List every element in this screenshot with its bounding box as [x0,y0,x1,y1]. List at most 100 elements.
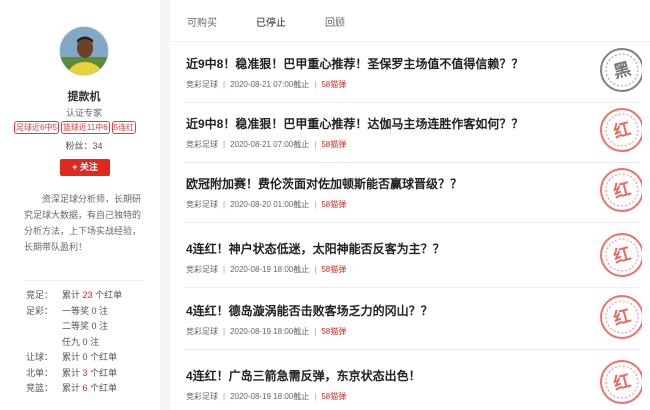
stat-prefix: 累计 [62,352,81,362]
article-title[interactable]: 4连红！德岛漩涡能否击败客场乏力的冈山？？ [186,302,433,319]
expert-sidebar: 提款机 认证专家 足球近6中5 篮球近11中6 5连红 粉丝：34 + 关注 资… [0,0,160,410]
stamp-label: 红 [611,118,633,143]
stat-value: 0 [82,336,88,347]
stat-suffix: 注 [99,321,109,331]
stat-row: 足彩： 一等奖 0 注 [26,304,156,320]
article-title[interactable]: 欧冠附加赛！费伦茨面对佐加顿斯能否赢球晋级？？ [186,175,462,192]
article-datetime: 2020-08-19 18:00截止 [230,327,310,336]
result-stamp-icon: 红 [596,357,642,407]
article-meta: 竞彩足球 | 2020-08-20 01:00截止 | 58猫弹 [186,200,347,209]
article-item[interactable]: 4连红！广岛三箭急需反弹，东京状态出色！ 竞彩足球 | 2020-08-19 18:0… [184,355,642,410]
main-content: 可购买 已停止 回顾 近9中8！稳准狠！巴甲重心推荐！圣保罗主场值不值得信赖？？… [170,0,650,410]
stat-value: 0 [82,352,88,362]
article-title[interactable]: 4连红！广岛三箭急需反弹，东京状态出色！ [186,367,421,384]
article-datetime: 2020-08-20 01:00截止 [230,200,310,209]
article-category: 竞彩足球 [186,200,218,209]
article-count: 58猫弹 [321,265,347,274]
avatar[interactable] [59,26,109,76]
stat-row: 任九 0 注 [26,335,156,351]
stat-prefix: 一等奖 [62,305,90,316]
article-item[interactable]: 4连红！神户状态低迷，太阳神能否反客为主？？ 竞彩足球 | 2020-08-19 18… [184,228,642,288]
article-category: 竞彩足球 [186,140,218,149]
stats-list: 竞足： 累计 23 个红单 足彩： 一等奖 0 注二等奖 0 注任九 0 注让球： 累计… [26,288,156,397]
stat-value: 6 [82,383,88,393]
article-count: 58猫弹 [321,80,347,89]
stat-prefix: 累计 [62,367,81,378]
article-meta: 竞彩足球 | 2020-08-21 07:00截止 | 58猫弹 [186,140,347,149]
stat-row: 竞篮： 累计 6 个红单 [26,381,156,397]
stat-prefix: 累计 [62,290,81,300]
stat-category: 足彩： [26,305,54,316]
article-category: 竞彩足球 [186,265,218,274]
article-category: 竞彩足球 [186,80,218,89]
expert-name: 提款机 [67,91,101,103]
article-meta: 竞彩足球 | 2020-08-19 18:00截止 | 58猫弹 [186,327,347,336]
stat-category: 竞足： [26,290,54,300]
article-count: 58猫弹 [321,200,347,209]
article-datetime: 2020-08-21 07:00截止 [230,140,310,149]
follow-button[interactable]: + 关注 [60,159,110,176]
article-item[interactable]: 近9中8！稳准狠！巴甲重心推荐！圣保罗主场值不值得信赖？？ 竞彩足球 | 2020-0… [184,43,642,103]
stat-value: 0 [91,305,97,316]
fans-value: 34 [92,141,103,151]
expert-tag: 5连红 [111,121,137,134]
expert-title: 认证专家 [65,108,102,118]
stat-category [26,319,62,335]
fans-count: 粉丝：34 [0,139,168,152]
stat-prefix: 任九 [62,336,81,347]
stamp-label: 红 [611,305,633,330]
stat-suffix: 注 [99,305,109,316]
stat-suffix: 个红单 [90,352,118,362]
stat-row: 北单： 累计 3 个红单 [26,366,156,382]
stat-category: 北单： [26,367,54,378]
stat-row: 竞足： 累计 23 个红单 [26,288,156,304]
fans-label: 粉丝： [65,141,93,151]
article-title[interactable]: 近9中8！稳准狠！巴甲重心推荐！圣保罗主场值不值得信赖？？ [186,55,523,72]
article-category: 竞彩足球 [186,327,218,336]
stat-prefix: 二等奖 [62,321,90,331]
expert-tags: 足球近6中5 篮球近11中6 5连红 [14,121,137,134]
tab-stopped[interactable]: 已停止 [256,14,286,29]
result-stamp-icon: 黑 [596,45,642,95]
result-stamp-icon: 红 [596,230,642,280]
result-stamp-icon: 红 [596,165,642,215]
stat-category: 竞篮： [26,383,54,393]
article-title[interactable]: 近9中8！稳准狠！巴甲重心推荐！达伽马主场连胜作客如何？？ [186,115,523,132]
expert-tag: 篮球近11中6 [60,121,110,134]
divider [24,280,144,281]
expert-description: 资深足球分析师，长期研究足球大数据，有自己独特的分析方法，上下场实战经验，长期带… [24,194,142,252]
stat-suffix: 个红单 [90,383,118,393]
stamp-label: 红 [611,178,633,203]
article-item[interactable]: 欧冠附加赛！费伦茨面对佐加顿斯能否赢球晋级？？ 竞彩足球 | 2020-08-20 0… [184,163,642,223]
article-category: 竞彩足球 [186,392,218,401]
article-meta: 竞彩足球 | 2020-08-21 07:00截止 | 58猫弹 [186,80,347,89]
result-stamp-icon: 红 [596,292,642,342]
article-meta: 竞彩足球 | 2020-08-19 18:00截止 | 58猫弹 [186,265,347,274]
result-stamp-icon: 红 [596,105,642,155]
stamp-label: 黑 [611,59,633,83]
expert-tag: 足球近6中5 [14,121,59,134]
stat-row: 让球： 累计 0 个红单 [26,350,156,366]
article-datetime: 2020-08-19 18:00截止 [230,265,310,274]
stat-category: 让球： [26,352,54,362]
article-count: 58猫弹 [321,327,347,336]
stat-suffix: 注 [90,336,100,347]
stat-suffix: 个红单 [95,290,123,300]
tab-available[interactable]: 可购买 [187,14,217,29]
stat-suffix: 个红单 [90,367,118,378]
article-meta: 竞彩足球 | 2020-08-19 18:00截止 | 58猫弹 [186,392,347,401]
stat-category [26,335,62,351]
article-count: 58猫弹 [321,392,347,401]
article-item[interactable]: 近9中8！稳准狠！巴甲重心推荐！达伽马主场连胜作客如何？？ 竞彩足球 | 2020-0… [184,103,642,163]
stat-value: 0 [91,321,97,331]
article-title[interactable]: 4连红！神户状态低迷，太阳神能否反客为主？？ [186,240,445,257]
stamp-label: 红 [611,243,633,268]
article-item[interactable]: 4连红！德岛漩涡能否击败客场乏力的冈山？？ 竞彩足球 | 2020-08-19 18:… [184,290,642,350]
article-datetime: 2020-08-21 07:00截止 [230,80,310,89]
stamp-label: 红 [611,370,633,395]
tab-bar: 可购买 已停止 回顾 [170,0,650,42]
stat-prefix: 累计 [62,383,81,393]
tab-review[interactable]: 回顾 [325,14,345,29]
stat-value: 3 [82,367,88,378]
stat-value: 23 [82,290,93,300]
